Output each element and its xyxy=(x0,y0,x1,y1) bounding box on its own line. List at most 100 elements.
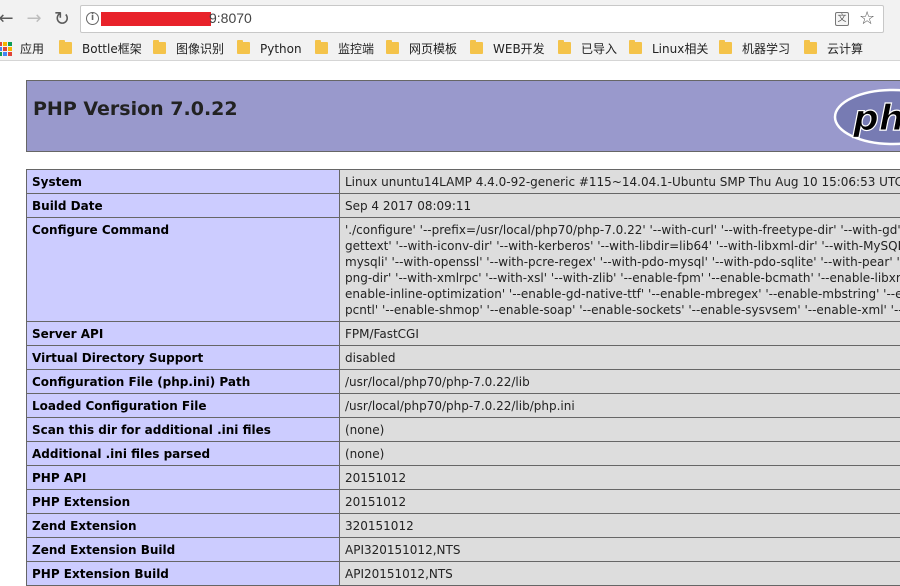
table-row: Additional .ini files parsed (none) xyxy=(26,441,900,466)
value-line: 20151012 xyxy=(345,471,407,485)
row-value: API20151012,NTS xyxy=(339,561,900,586)
table-row: Configure Command './configure' '--prefix… xyxy=(26,217,900,322)
row-key: Loaded Configuration File xyxy=(26,393,340,418)
row-key: Server API xyxy=(26,321,340,346)
value-line: (none) xyxy=(345,423,385,437)
row-key: Zend Extension Build xyxy=(26,537,340,562)
bookmark-label: 网页模板 xyxy=(409,42,458,56)
value-line: enable-inline-optimization' '--enable-gd… xyxy=(345,287,900,301)
row-value: Sep 4 2017 08:09:11 xyxy=(339,193,900,218)
value-line: png-dir' '--with-xmlrpc' '--with-xsl' '-… xyxy=(345,271,900,285)
phpinfo-header: PHP Version 7.0.22 php xyxy=(26,80,900,152)
value-line: gettext' '--with-iconv-dir' '--with-kerb… xyxy=(345,239,900,253)
row-value: './configure' '--prefix=/usr/local/php70… xyxy=(339,217,900,322)
row-value: disabled xyxy=(339,345,900,370)
folder-icon xyxy=(237,40,250,54)
bookmark-label: 已导入 xyxy=(581,42,618,56)
bookmark-item[interactable]: 图像识别 xyxy=(153,40,224,58)
info-icon[interactable]: i xyxy=(86,12,99,25)
table-row: Zend Extension 320151012 xyxy=(26,513,900,538)
url-text[interactable]: 9:8070 xyxy=(209,10,252,26)
bookmark-item[interactable]: WEB开发 xyxy=(470,40,545,58)
bookmark-item[interactable]: 云计算 xyxy=(804,40,863,58)
bookmark-label: 机器学习 xyxy=(742,42,791,56)
row-key: Scan this dir for additional .ini files xyxy=(26,417,340,442)
folder-icon xyxy=(719,40,732,54)
value-line: /usr/local/php70/php-7.0.22/lib/php.ini xyxy=(345,399,575,413)
value-line: './configure' '--prefix=/usr/local/php70… xyxy=(345,223,900,237)
value-line: pcntl' '--enable-shmop' '--enable-soap' … xyxy=(345,303,900,317)
row-key: Additional .ini files parsed xyxy=(26,441,340,466)
value-line: Linux ununtu14LAMP 4.4.0-92-generic #115… xyxy=(345,175,900,189)
bookmark-item[interactable]: 网页模板 xyxy=(386,40,457,58)
table-row: Zend Extension Build API320151012,NTS xyxy=(26,537,900,562)
table-row: Loaded Configuration File/usr/local/php7… xyxy=(26,393,900,418)
value-line: 20151012 xyxy=(345,495,407,509)
value-line: Sep 4 2017 08:09:11 xyxy=(345,199,472,213)
row-key: Configure Command xyxy=(26,217,340,322)
folder-icon xyxy=(59,40,72,54)
php-logo-text: php xyxy=(852,98,900,139)
value-line: API320151012,NTS xyxy=(345,543,461,557)
folder-icon xyxy=(804,40,817,54)
phpinfo-table: System Linux ununtu14LAMP 4.4.0-92-generi… xyxy=(26,169,900,586)
bookmark-item[interactable]: Python xyxy=(237,40,302,58)
translate-icon[interactable]: 文 xyxy=(835,12,849,26)
row-key: Zend Extension xyxy=(26,513,340,538)
row-value: Linux ununtu14LAMP 4.4.0-92-generic #115… xyxy=(339,169,900,194)
bookmark-item[interactable]: 监控端 xyxy=(315,40,374,58)
reload-icon[interactable]: ↻ xyxy=(52,9,72,29)
row-key: PHP API xyxy=(26,465,340,490)
bookmark-label: Python xyxy=(260,42,302,56)
page-title: PHP Version 7.0.22 xyxy=(33,98,238,120)
row-value: 20151012 xyxy=(339,465,900,490)
address-bar[interactable]: i 9:8070 文 ☆ xyxy=(80,5,884,33)
table-row: PHP Extension Build API20151012,NTS xyxy=(26,561,900,586)
bookmark-label: Linux相关 xyxy=(652,42,709,56)
row-key: System xyxy=(26,169,340,194)
back-icon[interactable]: ← xyxy=(0,9,16,29)
row-value: 320151012 xyxy=(339,513,900,538)
php-logo[interactable]: php xyxy=(833,85,900,149)
bookmark-item[interactable]: 机器学习 xyxy=(719,40,790,58)
row-value: (none) xyxy=(339,441,900,466)
row-value: API320151012,NTS xyxy=(339,537,900,562)
folder-icon xyxy=(558,40,571,54)
value-line: mysqli' '--with-openssl' '--with-pcre-re… xyxy=(345,255,900,269)
bookmark-item[interactable]: Linux相关 xyxy=(629,40,708,58)
bookmark-label: 应用 xyxy=(20,42,45,56)
folder-icon xyxy=(470,40,483,54)
row-key: Build Date xyxy=(26,193,340,218)
folder-icon xyxy=(153,40,166,54)
star-icon[interactable]: ☆ xyxy=(859,8,875,29)
row-value: (none) xyxy=(339,417,900,442)
table-row: PHP Extension 20151012 xyxy=(26,489,900,514)
value-line: API20151012,NTS xyxy=(345,567,453,581)
table-row: System Linux ununtu14LAMP 4.4.0-92-generi… xyxy=(26,169,900,194)
row-key: Configuration File (php.ini) Path xyxy=(26,369,340,394)
table-row: Scan this dir for additional .ini files (… xyxy=(26,417,900,442)
value-line: 320151012 xyxy=(345,519,414,533)
bookmark-item[interactable]: 已导入 xyxy=(558,40,617,58)
row-key: PHP Extension xyxy=(26,489,340,514)
bookmark-label: 云计算 xyxy=(827,42,864,56)
bookmarks-bar: 应用 Bottle框架 图像识别 Python 监控端 网页模板 WEB开发 已… xyxy=(0,38,900,61)
forward-icon[interactable]: → xyxy=(24,9,44,29)
bookmark-label: WEB开发 xyxy=(493,42,545,56)
row-value: FPM/FastCGI xyxy=(339,321,900,346)
redacted-host xyxy=(101,12,211,26)
table-row: PHP API 20151012 xyxy=(26,465,900,490)
row-key: Virtual Directory Support xyxy=(26,345,340,370)
value-line: /usr/local/php70/php-7.0.22/lib xyxy=(345,375,530,389)
table-row: Virtual Directory Support disabled xyxy=(26,345,900,370)
apps-icon[interactable] xyxy=(0,42,12,56)
bookmark-item[interactable]: Bottle框架 xyxy=(59,40,142,58)
folder-icon xyxy=(386,40,399,54)
row-key: PHP Extension Build xyxy=(26,561,340,586)
table-row: Server API FPM/FastCGI xyxy=(26,321,900,346)
value-line: (none) xyxy=(345,447,385,461)
value-line: disabled xyxy=(345,351,396,365)
bookmark-label: Bottle框架 xyxy=(82,42,142,56)
table-row: Build Date Sep 4 2017 08:09:11 xyxy=(26,193,900,218)
bookmark-apps[interactable]: 应用 xyxy=(20,40,44,58)
